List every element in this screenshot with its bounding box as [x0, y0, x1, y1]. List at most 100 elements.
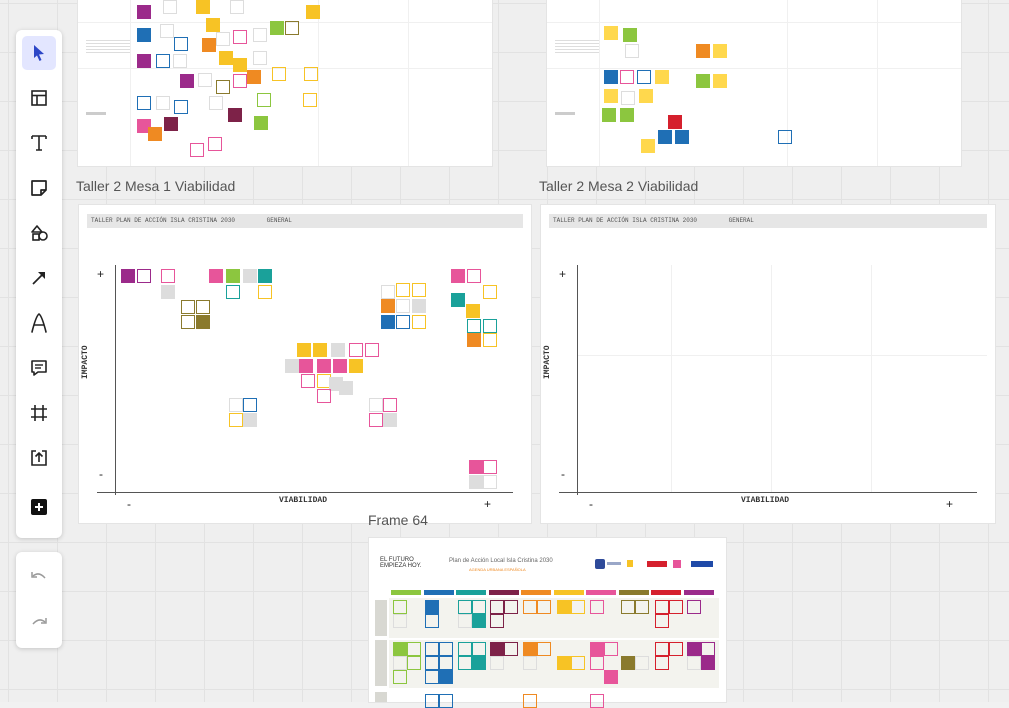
sticky-note-tool[interactable] — [22, 171, 56, 205]
sticky-note[interactable] — [412, 283, 426, 297]
sticky-note[interactable] — [425, 614, 439, 628]
sticky-note[interactable] — [467, 269, 481, 283]
sticky-note[interactable] — [635, 600, 649, 614]
sticky-note[interactable] — [230, 0, 244, 14]
sticky-note[interactable] — [469, 460, 483, 474]
sticky-note[interactable] — [458, 656, 472, 670]
sticky-note[interactable] — [701, 656, 715, 670]
sticky-note[interactable] — [623, 28, 637, 42]
sticky-note[interactable] — [243, 413, 257, 427]
sticky-note[interactable] — [620, 70, 634, 84]
sticky-note[interactable] — [571, 656, 585, 670]
sticky-note[interactable] — [625, 44, 639, 58]
sticky-note[interactable] — [483, 460, 497, 474]
sticky-note[interactable] — [383, 398, 397, 412]
sticky-note[interactable] — [303, 93, 317, 107]
sticky-note[interactable] — [425, 600, 439, 614]
sticky-note[interactable] — [523, 642, 537, 656]
sticky-note[interactable] — [156, 54, 170, 68]
sticky-note[interactable] — [669, 600, 683, 614]
sticky-note[interactable] — [304, 67, 318, 81]
sticky-note[interactable] — [451, 269, 465, 283]
sticky-note[interactable] — [161, 285, 175, 299]
sticky-note[interactable] — [181, 300, 195, 314]
sticky-note[interactable] — [604, 70, 618, 84]
sticky-note[interactable] — [639, 89, 653, 103]
shapes-tool[interactable] — [22, 216, 56, 250]
sticky-note[interactable] — [393, 600, 407, 614]
sticky-note[interactable] — [466, 304, 480, 318]
whiteboard-canvas[interactable]: Taller 2 Mesa 1 Viabilidad TALLER PLAN D… — [0, 0, 1009, 708]
sticky-note[interactable] — [156, 96, 170, 110]
sticky-note[interactable] — [209, 96, 223, 110]
sticky-note[interactable] — [675, 130, 689, 144]
sticky-note[interactable] — [655, 656, 669, 670]
sticky-note[interactable] — [458, 642, 472, 656]
select-tool[interactable] — [22, 36, 56, 70]
sticky-note[interactable] — [467, 319, 481, 333]
sticky-note[interactable] — [233, 74, 247, 88]
sticky-note[interactable] — [590, 600, 604, 614]
sticky-note[interactable] — [396, 299, 410, 313]
sticky-note[interactable] — [483, 475, 497, 489]
sticky-note[interactable] — [425, 694, 439, 708]
sticky-note[interactable] — [412, 299, 426, 313]
sticky-note[interactable] — [621, 91, 635, 105]
text-tool[interactable] — [22, 126, 56, 160]
sticky-note[interactable] — [472, 614, 486, 628]
sticky-note[interactable] — [331, 343, 345, 357]
sticky-note[interactable] — [635, 656, 649, 670]
sticky-note[interactable] — [655, 614, 669, 628]
sticky-note[interactable] — [369, 398, 383, 412]
sticky-note[interactable] — [137, 96, 151, 110]
sticky-note[interactable] — [537, 600, 551, 614]
sticky-note[interactable] — [604, 26, 618, 40]
sticky-note[interactable] — [253, 28, 267, 42]
sticky-note[interactable] — [297, 343, 311, 357]
sticky-note[interactable] — [181, 315, 195, 329]
sticky-note[interactable] — [483, 319, 497, 333]
templates-tool[interactable] — [22, 81, 56, 115]
sticky-note[interactable] — [458, 614, 472, 628]
sticky-note[interactable] — [216, 32, 230, 46]
sticky-note[interactable] — [490, 614, 504, 628]
sticky-note[interactable] — [407, 642, 421, 656]
sticky-note[interactable] — [381, 315, 395, 329]
sticky-note[interactable] — [504, 642, 518, 656]
sticky-note[interactable] — [393, 642, 407, 656]
sticky-note[interactable] — [439, 642, 453, 656]
sticky-note[interactable] — [299, 359, 313, 373]
sticky-note[interactable] — [206, 18, 220, 32]
sticky-note[interactable] — [121, 269, 135, 283]
sticky-note[interactable] — [209, 269, 223, 283]
sticky-note[interactable] — [637, 70, 651, 84]
sticky-note[interactable] — [523, 656, 537, 670]
sticky-note[interactable] — [472, 656, 486, 670]
sticky-note[interactable] — [196, 315, 210, 329]
sticky-note[interactable] — [148, 127, 162, 141]
sticky-note[interactable] — [472, 642, 486, 656]
sticky-note[interactable] — [229, 413, 243, 427]
sticky-note[interactable] — [396, 283, 410, 297]
sticky-note[interactable] — [313, 343, 327, 357]
sticky-note[interactable] — [393, 614, 407, 628]
sticky-note[interactable] — [483, 285, 497, 299]
sticky-note[interactable] — [439, 694, 453, 708]
frame-label[interactable]: Taller 2 Mesa 2 Viabilidad — [539, 178, 698, 194]
sticky-note[interactable] — [604, 642, 618, 656]
sticky-note[interactable] — [523, 600, 537, 614]
sticky-note[interactable] — [381, 299, 395, 313]
sticky-note[interactable] — [228, 108, 242, 122]
more-apps-tool[interactable] — [22, 490, 56, 524]
sticky-note[interactable] — [412, 315, 426, 329]
sticky-note[interactable] — [604, 670, 618, 684]
sticky-note[interactable] — [253, 51, 267, 65]
sticky-note[interactable] — [202, 38, 216, 52]
sticky-note[interactable] — [458, 600, 472, 614]
sticky-note[interactable] — [233, 30, 247, 44]
sticky-note[interactable] — [590, 656, 604, 670]
sticky-note[interactable] — [713, 74, 727, 88]
sticky-note[interactable] — [257, 93, 271, 107]
sticky-note[interactable] — [490, 600, 504, 614]
sticky-note[interactable] — [137, 269, 151, 283]
